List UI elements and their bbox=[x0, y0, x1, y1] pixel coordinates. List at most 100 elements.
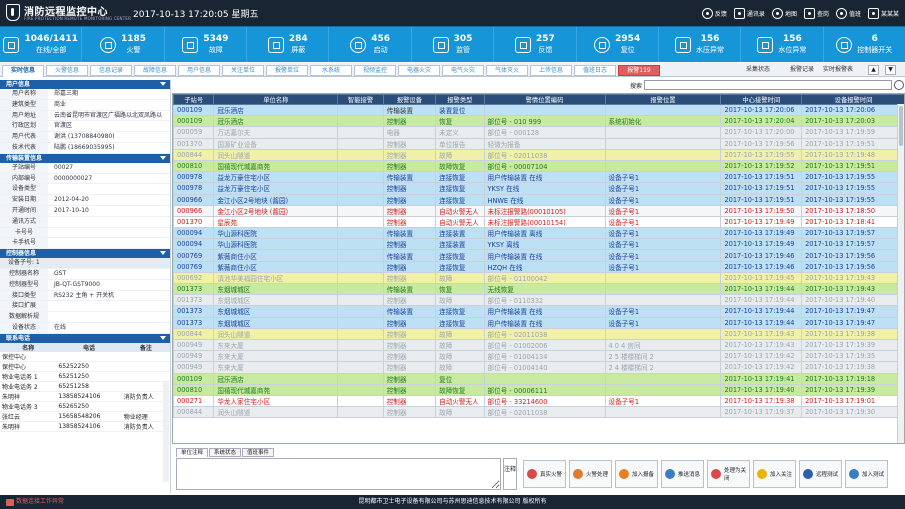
table-row[interactable]: 000094 华山源科医院 控制器 连接装置 YKSY 离线 设备子号1 2017-10-1… bbox=[173, 238, 904, 251]
stat-6[interactable]: 257 反馈 bbox=[493, 27, 575, 62]
controller-info-header[interactable]: 控制器信息 bbox=[0, 249, 170, 259]
table-row[interactable]: 000966 金江小区2号地块 (酱园) 控制器 自动火警无人 未标注报警路(00010… bbox=[173, 204, 904, 217]
table-row[interactable]: 001373 东烟城城区 传输装置 恢复 无线恢复 2017-10-13 17:19:44… bbox=[173, 282, 904, 296]
scrollbar-thumb[interactable] bbox=[899, 106, 903, 146]
contact-row[interactable]: 朱明祥 13858524106 消防负责人 bbox=[0, 391, 170, 402]
bottom-tab-1[interactable]: 系统状态 bbox=[209, 448, 242, 457]
stat-4[interactable]: 456 启动 bbox=[328, 27, 410, 62]
action-button-4[interactable]: 处理为关闭 bbox=[707, 460, 750, 488]
table-row[interactable]: 000810 国禧现代城嘉商苑 控制器 故障恢复 部位号 - 00006111 2017-… bbox=[173, 383, 904, 396]
table-row[interactable]: 000109 冠乐酒店 控制器 复位 2017-10-13 17:19:41 2017-1… bbox=[173, 372, 904, 385]
tab-1[interactable]: 火警信息 bbox=[46, 65, 88, 76]
table-row[interactable]: 000094 华山源科医院 传输装置 连接装置 用户传输装置 离线 设备子号1 2017-1… bbox=[173, 227, 904, 240]
tab-7[interactable]: 水系统 bbox=[310, 65, 352, 76]
table-row[interactable]: 000844 润头山隧道 控制器 故障 部位号 - 02011038 2017-10-13… bbox=[173, 148, 904, 161]
table-row[interactable]: 000271 华龙人家住宅小区 控制器 自动火警无人 部位号 - 33214600 设备子… bbox=[173, 394, 904, 408]
table-col-header[interactable]: 智能接警 bbox=[337, 94, 384, 105]
table-col-header[interactable]: 报警类型 bbox=[435, 94, 485, 105]
table-row[interactable]: 000949 东来大厦 控制器 故障 部位号 - 01004140 2 4 楼楼梯间 22… bbox=[173, 361, 904, 374]
table-col-header[interactable]: 报警位置 bbox=[604, 94, 722, 105]
stat-7[interactable]: 2954 复位 bbox=[575, 27, 658, 62]
user-info-header[interactable]: 用户信息 bbox=[0, 80, 170, 89]
table-row[interactable]: 001370 星辰苑 控制器 自动火警无人 未标注报警路(00010154) 设备子号1 2… bbox=[173, 215, 904, 229]
table-row[interactable]: 000810 国禧现代城嘉商苑 控制器 故障恢复 部位号 - 00007104 2017-… bbox=[173, 159, 904, 173]
action-button-2[interactable]: 加入报备 bbox=[615, 460, 658, 488]
table-row[interactable]: 000978 益龙万豪住宅小区 传输装置 连接恢复 用户传输装置 在线 设备子号1 2017… bbox=[173, 171, 904, 184]
table-col-header[interactable]: 报警设备 bbox=[382, 94, 437, 105]
contact-row[interactable]: 保控中心 bbox=[0, 351, 170, 362]
action-button-5[interactable]: 加入关注 bbox=[753, 460, 796, 488]
action-button-7[interactable]: 加入测试 bbox=[845, 460, 888, 488]
table-col-header[interactable]: 子站号 bbox=[173, 94, 215, 105]
table-row[interactable]: 001373 东烟城城区 传输装置 连接恢复 用户传输装置 在线 设备子号1 2017-10… bbox=[173, 305, 904, 318]
action-button-6[interactable]: 远程测试 bbox=[799, 460, 842, 488]
tab-tool-report[interactable]: 报警记录 bbox=[790, 65, 814, 75]
tab-tool-realtime[interactable]: 实时报警表 bbox=[823, 65, 853, 75]
table-row[interactable]: 000109 冠乐酒店 控制器 恢复 部位号 - 010 999 系统初始化 2017-10… bbox=[173, 115, 904, 128]
action-button-1[interactable]: 火警处理 bbox=[569, 460, 612, 488]
note-button[interactable]: 注释 bbox=[503, 458, 517, 490]
tab-9[interactable]: 电器火灾 bbox=[398, 65, 440, 76]
tab-expand-icon[interactable]: ▲ bbox=[868, 65, 879, 75]
table-col-header[interactable]: 中心接警时间 bbox=[720, 94, 803, 105]
stat-0[interactable]: 1046/1411 在线/全部 bbox=[0, 27, 81, 62]
device-info-header[interactable]: 传输装置信息 bbox=[0, 153, 170, 163]
table-row[interactable]: 000059 万达嘉尔夫 电器 未定义 部位号 - 000128 2017-10-13 1… bbox=[173, 126, 904, 139]
header-tool-4[interactable]: 值班 bbox=[835, 7, 861, 19]
header-tool-5[interactable]: 某某某 bbox=[867, 7, 899, 19]
bottom-tab-0[interactable]: 单位注释 bbox=[176, 448, 209, 457]
tab-tool-collect[interactable]: 采集状态 bbox=[746, 65, 770, 75]
contacts-header[interactable]: 联系电话 bbox=[0, 333, 170, 343]
contact-row[interactable]: 物业电话务 2 65251258 bbox=[0, 381, 170, 392]
contact-row[interactable]: 物业电话务 1 65251250 bbox=[0, 371, 170, 382]
stat-2[interactable]: 5349 故障 bbox=[163, 27, 246, 62]
table-row[interactable]: 000109 冠乐酒店 传输装置 装置复位 2017-10-13 17:20:06 201… bbox=[173, 103, 904, 117]
tab-12[interactable]: 上传信息 bbox=[530, 65, 572, 76]
tab-4[interactable]: 用户信息 bbox=[178, 65, 220, 76]
stat-3[interactable]: 284 屏蔽 bbox=[246, 27, 328, 62]
table-row[interactable]: 000949 东来大厦 控制器 故障 部位号 - 01004134 2 5 楼楼梯间 22… bbox=[173, 350, 904, 363]
stat-10[interactable]: 6 控制器开关 bbox=[822, 27, 905, 62]
contact-row[interactable]: 物业电话务 3 65265250 bbox=[0, 401, 170, 412]
search-icon[interactable] bbox=[894, 80, 904, 90]
table-row[interactable]: 001373 东烟城城区 控制器 连接恢复 用户传输装置 在线 设备子号1 2017-10-… bbox=[173, 316, 904, 329]
tab-0[interactable]: 实时信息 bbox=[2, 65, 44, 77]
stat-5[interactable]: 305 监管 bbox=[410, 27, 493, 62]
action-button-0[interactable]: 真实火警 bbox=[523, 460, 566, 488]
stat-9[interactable]: 156 水位异常 bbox=[740, 27, 822, 62]
contact-row[interactable]: 保控中心 65252250 bbox=[0, 361, 170, 372]
controller-sub[interactable]: 设备子号: 1 bbox=[0, 258, 170, 269]
contact-row[interactable]: 张红云 15658548206 物业经理 bbox=[0, 411, 170, 422]
header-tool-0[interactable]: 反馈 bbox=[701, 7, 727, 19]
tab-2[interactable]: 信息记录 bbox=[90, 65, 132, 76]
tab-11[interactable]: 气体灭火 bbox=[486, 65, 528, 76]
tab-13[interactable]: 值班日志 bbox=[574, 65, 616, 76]
table-col-header[interactable]: 单位名称 bbox=[213, 94, 339, 105]
contacts-scrollbar[interactable] bbox=[163, 382, 169, 482]
contact-row[interactable]: 朱明祥 13858524106 消防负责人 bbox=[0, 421, 170, 432]
tab-5[interactable]: 关注单位 bbox=[222, 65, 264, 76]
stat-8[interactable]: 156 水压异常 bbox=[657, 27, 740, 62]
tab-10[interactable]: 电气火灾 bbox=[442, 65, 484, 76]
table-row[interactable]: 000844 润头山隧道 控制器 故障 部位号 - 02011038 2017-10-13… bbox=[173, 327, 904, 340]
header-tool-1[interactable]: 通讯录 bbox=[733, 7, 765, 19]
table-row[interactable]: 001370 国源矿业设备 控制器 单位报告 轻微为报备 2017-10-13 17:19… bbox=[173, 137, 904, 150]
tab-6[interactable]: 报警单位 bbox=[266, 65, 308, 76]
table-row[interactable]: 000769 紫薇商住小区 传输装置 连接恢复 用户传输装置 在线 设备子号1 2017-1… bbox=[173, 249, 904, 262]
table-row[interactable]: 000978 益龙万豪住宅小区 控制器 连接恢复 YKSY 在线 设备子号1 2017-10… bbox=[173, 182, 904, 195]
tab-3[interactable]: 故障信息 bbox=[134, 65, 176, 76]
table-row[interactable]: 000844 润头山隧道 控制器 故障 部位号 - 02011038 2017-10-13… bbox=[173, 406, 904, 419]
bottom-tab-2[interactable]: 值班事件 bbox=[242, 448, 275, 457]
search-input[interactable] bbox=[644, 80, 892, 90]
table-row[interactable]: 000769 紫薇商住小区 控制器 连接恢复 HZQH 在线 设备子号1 2017-10-1… bbox=[173, 260, 904, 273]
table-row[interactable]: 000966 金江小区2号地块 (酱园) 控制器 连接恢复 HNWE 在线 设备子号1 20… bbox=[173, 193, 904, 206]
action-button-3[interactable]: 推送消息 bbox=[661, 460, 704, 488]
stat-1[interactable]: 1185 火警 bbox=[81, 27, 163, 62]
tab-14[interactable]: 报警119 bbox=[618, 65, 660, 76]
tab-8[interactable]: 视频监控 bbox=[354, 65, 396, 76]
tab-collapse-icon[interactable]: ▼ bbox=[885, 65, 896, 75]
table-col-header[interactable]: 设备报警时间 bbox=[801, 94, 904, 105]
table-col-header[interactable]: 警情位置编码 bbox=[483, 94, 606, 105]
table-scrollbar[interactable] bbox=[897, 104, 904, 443]
note-textarea[interactable] bbox=[176, 458, 501, 490]
